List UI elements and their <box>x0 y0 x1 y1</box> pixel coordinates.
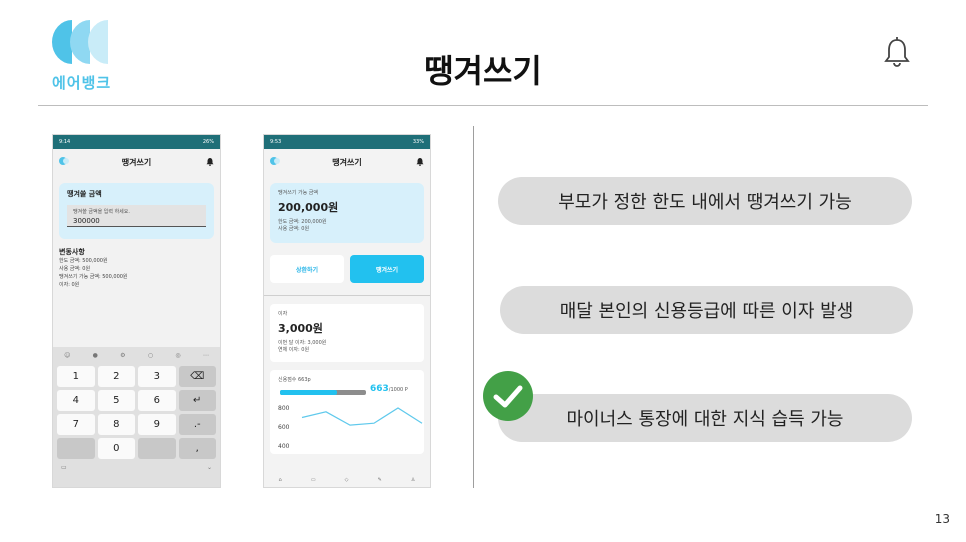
status-bar: 9:14 26% <box>53 135 220 149</box>
changes-section: 변동사항 한도 금액: 500,000원 사용 금액: 0원 땡겨쓰기 가능 금… <box>53 239 220 297</box>
phone-screen-borrow-input: 9:14 26% 땡겨쓰기 땡겨쓸 금액 땡겨쓸 금액을 입력 하세요. 300… <box>52 134 221 488</box>
used-line: 사용 금액: 0원 <box>278 226 310 232</box>
keyboard-icon[interactable]: ▭ <box>61 464 67 471</box>
feature-pill: 부모가 정한 한도 내에서 땡겨쓰기 가능 <box>498 177 912 225</box>
key-9[interactable]: 9 <box>138 414 176 435</box>
borrow-button[interactable]: 땡겨쓰기 <box>350 255 424 283</box>
key-2[interactable]: 2 <box>97 366 135 387</box>
changes-row: 땡겨쓰기 가능 금액: 500,000원 <box>59 274 128 280</box>
interest-month-line: 이번 달 이자: 3,000원 <box>278 340 327 346</box>
app-logo-icon <box>59 157 69 165</box>
wallet-icon[interactable]: ▭ <box>311 477 316 483</box>
numeric-keyboard: ☺ ● ⚙ ○ ◎ ⋯ 1 2 3 ⌫ 4 5 6 ↵ 7 8 9 .- 0 ,… <box>53 347 220 487</box>
interest-card: 이자 3,000원 이번 달 이자: 3,000원 연체 이자: 0원 <box>270 304 424 362</box>
credit-score-card: 신용점수 663p 663/1000 P 800 600 400 <box>270 370 424 454</box>
status-battery: 26% <box>202 139 214 145</box>
section-divider <box>264 295 430 296</box>
mic-icon[interactable]: ● <box>93 352 98 359</box>
slide-title: 땡겨쓰기 <box>424 52 542 90</box>
profile-icon[interactable]: ♙ <box>411 477 415 483</box>
blank-key <box>57 438 95 459</box>
settings-icon[interactable]: ⚙ <box>120 352 125 359</box>
page-number: 13 <box>934 512 950 526</box>
emoji-icon[interactable]: ☺ <box>64 352 70 359</box>
app-title: 땡겨쓰기 <box>332 157 362 167</box>
credit-score-max: /1000 P <box>388 387 408 393</box>
chart-series-line <box>301 407 423 426</box>
status-battery: 33% <box>412 139 424 145</box>
action-buttons: 상환하기 땡겨쓰기 <box>270 255 424 283</box>
interest-label: 이자 <box>278 311 288 317</box>
chart-icon[interactable]: ◇ <box>345 477 349 483</box>
blank-key <box>138 438 176 459</box>
key-1[interactable]: 1 <box>57 366 95 387</box>
status-bar: 9:53 33% <box>264 135 430 149</box>
app-bar: 땡겨쓰기 <box>264 149 430 175</box>
key-7[interactable]: 7 <box>57 414 95 435</box>
chart-tick-label: 800 <box>278 405 290 412</box>
more-icon[interactable]: ⋯ <box>203 352 209 359</box>
available-amount: 200,000원 <box>278 201 339 214</box>
backspace-key[interactable]: ⌫ <box>178 366 216 387</box>
translate-icon[interactable]: ◎ <box>175 352 180 359</box>
status-time: 9:53 <box>270 139 282 145</box>
repay-button[interactable]: 상환하기 <box>270 255 344 283</box>
changes-title: 변동사항 <box>59 248 85 256</box>
input-value: 300000 <box>73 217 100 225</box>
status-time: 9:14 <box>59 139 71 145</box>
key-5[interactable]: 5 <box>97 390 135 411</box>
changes-row: 이자: 0원 <box>59 282 80 288</box>
changes-row: 사용 금액: 0원 <box>59 266 91 272</box>
app-title: 땡겨쓰기 <box>121 157 152 167</box>
vertical-divider <box>473 126 474 488</box>
key-3[interactable]: 3 <box>138 366 176 387</box>
input-placeholder: 땡겨쓸 금액을 입력 하세요. <box>73 209 130 215</box>
phone-screen-borrow-status: 9:53 33% 땡겨쓰기 땡겨쓰기 가능 금액 200,000원 한도 금액:… <box>263 134 431 488</box>
available-amount-card: 땡겨쓰기 가능 금액 200,000원 한도 금액: 200,000원 사용 금… <box>270 183 424 243</box>
keyboard-toolbar: ☺ ● ⚙ ○ ◎ ⋯ <box>53 347 220 363</box>
search-icon[interactable]: ○ <box>148 352 153 359</box>
bell-icon[interactable] <box>206 157 214 166</box>
chevron-down-icon[interactable]: ⌄ <box>207 464 212 471</box>
key-0[interactable]: 0 <box>97 438 135 459</box>
feature-pill: 매달 본인의 신용등급에 따른 이자 발생 <box>500 286 913 334</box>
app-logo-icon <box>270 157 280 165</box>
key-4[interactable]: 4 <box>57 390 95 411</box>
key-8[interactable]: 8 <box>97 414 135 435</box>
chart-tick-label: 600 <box>278 424 290 431</box>
credit-label: 신용점수 663p <box>278 377 311 383</box>
feature-pill: 마이너스 통장에 대한 지식 습득 가능 <box>498 394 912 442</box>
check-icon <box>483 371 533 421</box>
amount-input[interactable]: 땡겨쓸 금액을 입력 하세요. 300000 <box>67 205 206 227</box>
bell-icon[interactable] <box>882 36 912 68</box>
app-bar: 땡겨쓰기 <box>53 149 220 175</box>
limit-line: 한도 금액: 200,000원 <box>278 219 327 225</box>
credit-progress-bar <box>280 390 366 395</box>
key-6[interactable]: 6 <box>138 390 176 411</box>
card-title: 땡겨쓸 금액 <box>67 190 102 198</box>
available-label: 땡겨쓰기 가능 금액 <box>278 190 318 196</box>
bell-icon[interactable] <box>416 157 424 166</box>
keyboard-footer: ▭ ⌄ <box>53 462 220 473</box>
keypad: 1 2 3 ⌫ 4 5 6 ↵ 7 8 9 .- 0 , <box>53 363 220 462</box>
bottom-nav: ⌂ ▭ ◇ ✎ ♙ <box>264 477 430 483</box>
credit-progress-fill <box>280 390 338 395</box>
credit-history-chart: 800 600 400 <box>278 405 423 450</box>
mission-icon[interactable]: ✎ <box>378 477 382 483</box>
dot-dash-key[interactable]: .- <box>178 414 216 435</box>
interest-amount: 3,000원 <box>278 322 323 335</box>
borrow-amount-card: 땡겨쓸 금액 땡겨쓸 금액을 입력 하세요. 300000 <box>59 183 214 239</box>
interest-overdue-line: 연체 이자: 0원 <box>278 347 310 353</box>
title-divider <box>38 105 928 106</box>
comma-key[interactable]: , <box>178 438 216 459</box>
credit-score-value: 663 <box>370 384 389 394</box>
chart-tick-label: 400 <box>278 443 290 450</box>
home-icon[interactable]: ⌂ <box>279 477 282 483</box>
changes-row: 한도 금액: 500,000원 <box>59 258 108 264</box>
enter-key[interactable]: ↵ <box>178 390 216 411</box>
credit-score: 663/1000 P <box>370 384 408 394</box>
